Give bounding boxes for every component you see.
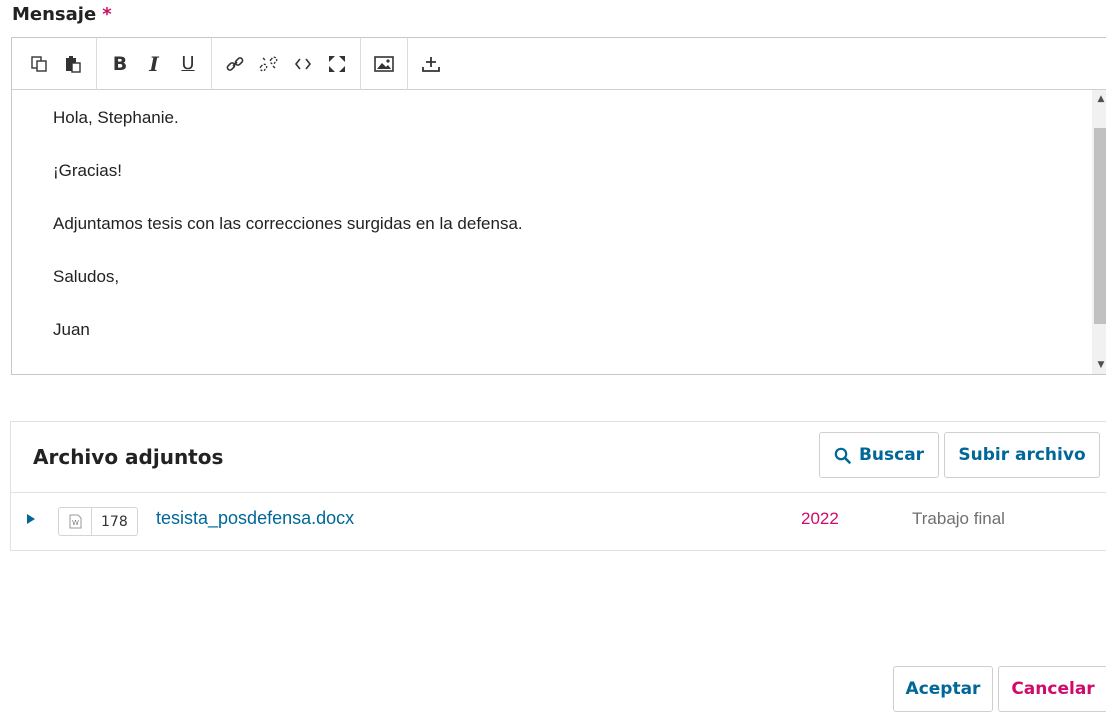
file-name-link[interactable]: tesista_posdefensa.docx [156, 508, 354, 529]
bold-icon[interactable]: B [103, 47, 137, 81]
fullscreen-icon[interactable] [320, 47, 354, 81]
editor-scrollbar[interactable]: ▲ ▼ [1092, 90, 1106, 374]
message-paragraph: Juan [53, 320, 90, 339]
link-icon[interactable] [218, 47, 252, 81]
message-label-text: Mensaje [12, 4, 97, 25]
upload-icon[interactable] [414, 47, 448, 81]
code-icon[interactable] [286, 47, 320, 81]
message-field-label: Mensaje * [12, 4, 112, 25]
paste-icon[interactable] [56, 47, 90, 81]
message-paragraph: Saludos, [53, 267, 120, 286]
required-asterisk: * [102, 4, 112, 25]
scrollbar-thumb[interactable] [1094, 128, 1106, 324]
editor-content[interactable]: Hola, Stephanie. ¡Gracias! Adjuntamos te… [12, 90, 1092, 374]
attachments-panel: Archivo adjuntos Buscar Subir archivo W … [10, 421, 1106, 551]
message-paragraph: Adjuntamos tesis con las correcciones su… [53, 214, 523, 233]
accept-button[interactable]: Aceptar [893, 666, 993, 712]
file-type: Trabajo final [912, 509, 1005, 528]
file-id: 178 [101, 513, 128, 530]
attachments-header: Archivo adjuntos Buscar Subir archivo [11, 422, 1106, 493]
file-row: W 178 tesista_posdefensa.docx 2022 Traba… [11, 492, 1106, 550]
attachments-title: Archivo adjuntos [33, 445, 224, 469]
italic-icon[interactable]: I [137, 47, 171, 81]
message-paragraph: Hola, Stephanie. [53, 108, 179, 127]
rich-text-editor[interactable]: B I U Hola, Stephanie. ¡Gracias! Adjunta… [11, 37, 1106, 375]
file-badge: W 178 [58, 507, 138, 536]
word-document-icon: W [59, 508, 92, 535]
expand-row-icon[interactable] [27, 514, 35, 524]
file-year: 2022 [801, 509, 839, 528]
search-icon [834, 447, 851, 464]
toolbar-group-clipboard [16, 37, 97, 90]
unlink-icon[interactable] [252, 47, 286, 81]
upload-file-button[interactable]: Subir archivo [944, 432, 1100, 478]
copy-icon[interactable] [22, 47, 56, 81]
cancel-button[interactable]: Cancelar [998, 666, 1106, 712]
scroll-up-icon[interactable]: ▲ [1092, 90, 1106, 108]
toolbar-group-upload [408, 38, 454, 90]
search-button-label: Buscar [858, 445, 925, 465]
upload-button-label: Subir archivo [958, 445, 1086, 465]
search-button[interactable]: Buscar [819, 432, 939, 478]
svg-text:W: W [72, 519, 79, 527]
underline-icon[interactable]: U [171, 47, 205, 81]
toolbar-group-format: B I U [97, 37, 212, 90]
toolbar-group-insert [212, 37, 361, 90]
scroll-down-icon[interactable]: ▼ [1092, 356, 1106, 374]
toolbar-group-media [361, 37, 408, 90]
message-paragraph: ¡Gracias! [53, 161, 122, 180]
image-icon[interactable] [367, 47, 401, 81]
editor-toolbar: B I U [12, 37, 1106, 90]
